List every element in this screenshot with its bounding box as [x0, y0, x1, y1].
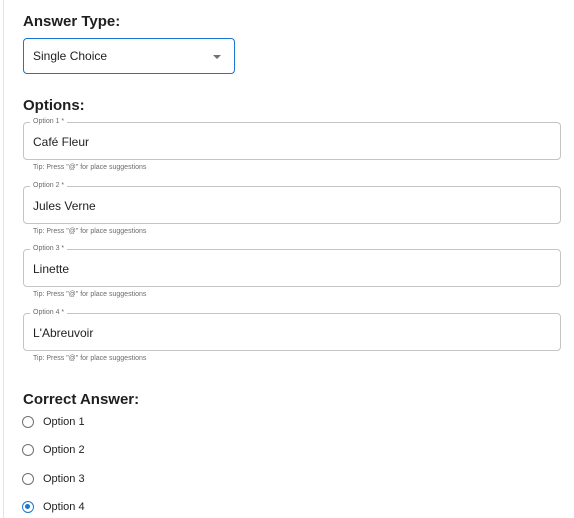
- answer-type-selected-value: Single Choice: [33, 49, 108, 63]
- option-3-field[interactable]: Option 3 * Linette: [23, 244, 561, 287]
- option-4-value: L'Abreuvoir: [33, 326, 94, 340]
- answer-editor-panel: Answer Type: Single Choice Options: Opti…: [0, 0, 574, 518]
- options-heading: Options:: [23, 97, 85, 114]
- option-1-label: Option 1 *: [30, 117, 68, 127]
- option-4-field[interactable]: Option 4 * L'Abreuvoir: [23, 308, 561, 351]
- radio-checked-icon[interactable]: [22, 501, 34, 513]
- answer-type-select[interactable]: Single Choice: [23, 38, 235, 74]
- radio-option-3[interactable]: Option 3: [22, 473, 85, 485]
- radio-option-2-label: Option 2: [43, 444, 85, 456]
- radio-option-1[interactable]: Option 1: [22, 416, 85, 428]
- answer-type-heading: Answer Type:: [23, 13, 121, 30]
- radio-option-3-label: Option 3: [43, 473, 85, 485]
- option-3-value: Linette: [33, 262, 70, 276]
- option-2-value: Jules Verne: [33, 199, 96, 213]
- radio-option-2[interactable]: Option 2: [22, 444, 85, 456]
- option-4-label: Option 4 *: [30, 308, 68, 318]
- option-2-field[interactable]: Option 2 * Jules Verne: [23, 181, 561, 224]
- dropdown-arrow-icon: [213, 55, 221, 59]
- radio-unchecked-icon[interactable]: [22, 416, 34, 428]
- option-3-helper-text: Tip: Press "@" for place suggestions: [33, 291, 147, 298]
- option-4-helper-text: Tip: Press "@" for place suggestions: [33, 355, 147, 362]
- option-1-helper-text: Tip: Press "@" for place suggestions: [33, 164, 147, 171]
- option-2-helper-text: Tip: Press "@" for place suggestions: [33, 228, 147, 235]
- radio-option-4[interactable]: Option 4: [22, 501, 85, 513]
- option-1-field[interactable]: Option 1 * Café Fleur: [23, 117, 561, 160]
- radio-option-4-label: Option 4: [43, 501, 85, 513]
- option-2-label: Option 2 *: [30, 181, 68, 191]
- radio-unchecked-icon[interactable]: [22, 444, 34, 456]
- option-1-value: Café Fleur: [33, 135, 90, 149]
- option-3-label: Option 3 *: [30, 244, 68, 254]
- radio-option-1-label: Option 1: [43, 416, 85, 428]
- correct-answer-heading: Correct Answer:: [23, 391, 140, 408]
- radio-unchecked-icon[interactable]: [22, 473, 34, 485]
- left-divider: [3, 0, 4, 518]
